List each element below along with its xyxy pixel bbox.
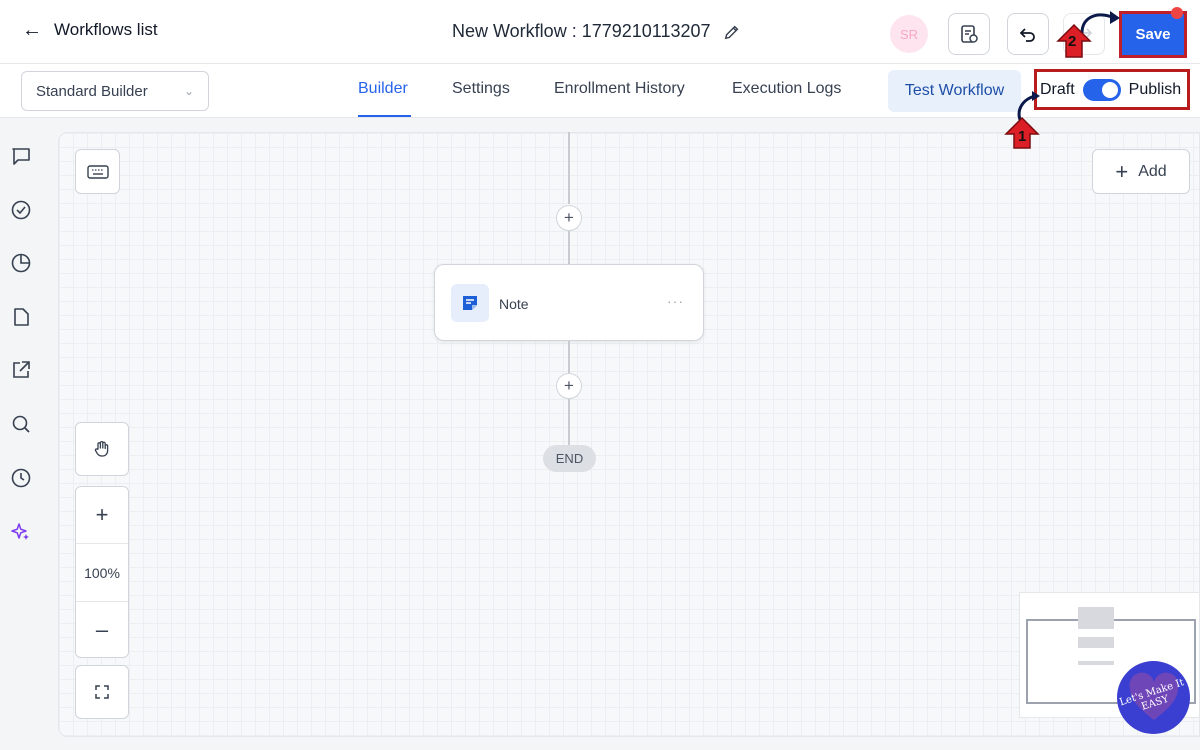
pan-hand-button[interactable]	[75, 422, 129, 476]
callout-arrow-1	[1004, 91, 1040, 149]
workflow-notes-button[interactable]	[948, 13, 990, 55]
publish-toggle[interactable]	[1082, 78, 1121, 101]
tab-execution-logs[interactable]: Execution Logs	[732, 80, 841, 98]
fit-view-button[interactable]	[75, 665, 129, 719]
watermark-logo: Let's Make It EASY	[1117, 661, 1190, 734]
arrow-left-icon: ←	[22, 19, 42, 41]
keyboard-shortcuts-button[interactable]	[75, 149, 120, 194]
clock-icon[interactable]	[9, 466, 33, 490]
active-tab-indicator	[358, 115, 411, 117]
callout-number-1: 1	[1018, 128, 1027, 145]
undo-icon	[1019, 28, 1035, 42]
connector-line	[568, 132, 570, 204]
unsaved-indicator-dot	[1171, 7, 1183, 19]
top-header: ← Workflows list New Workflow : 17792101…	[0, 0, 1200, 64]
add-step-plus-button[interactable]: +	[556, 373, 582, 399]
add-node-button[interactable]: + Add	[1092, 149, 1190, 194]
zoom-out-button[interactable]: –	[76, 602, 128, 658]
back-label: Workflows list	[54, 20, 158, 39]
pie-chart-icon[interactable]	[9, 251, 33, 275]
tab-settings[interactable]: Settings	[452, 80, 510, 98]
undo-button[interactable]	[1007, 13, 1049, 55]
minimap-node	[1078, 661, 1114, 665]
callout-arrow-2	[1056, 11, 1120, 58]
zoom-level: 100%	[84, 564, 120, 581]
connector-line	[568, 341, 570, 373]
plus-icon: +	[1115, 158, 1129, 184]
minimap-node	[1078, 637, 1114, 648]
keyboard-icon	[86, 164, 109, 179]
builder-type-value: Standard Builder	[36, 82, 148, 100]
check-circle-icon[interactable]	[9, 198, 33, 222]
search-icon[interactable]	[9, 412, 33, 436]
end-node: END	[543, 445, 596, 472]
builder-type-select[interactable]: Standard Builder ⌄	[21, 71, 209, 111]
note-node-label: Note	[499, 296, 529, 312]
publish-label: Publish	[1128, 80, 1182, 98]
workflow-title-text: New Workflow : 1779210113207	[452, 21, 711, 41]
back-to-workflows-link[interactable]: ← Workflows list	[22, 20, 158, 40]
clipboard-clock-icon	[961, 25, 978, 43]
left-rail	[0, 118, 42, 750]
sparkle-icon[interactable]	[9, 520, 33, 544]
chevron-down-icon: ⌄	[183, 84, 194, 98]
more-options-icon[interactable]: ···	[667, 293, 684, 309]
connector-line	[568, 231, 570, 264]
avatar[interactable]: SR	[890, 15, 928, 53]
document-icon[interactable]	[9, 305, 33, 329]
pencil-edit-icon[interactable]	[723, 23, 741, 41]
tab-builder[interactable]: Builder	[358, 80, 408, 98]
callout-number-2: 2	[1068, 33, 1077, 50]
zoom-in-button[interactable]: +	[76, 487, 128, 543]
minimap-node	[1078, 607, 1114, 629]
chat-icon[interactable]	[9, 144, 33, 168]
zoom-controls: + 100% –	[75, 486, 129, 658]
note-node-card[interactable]: Note ···	[434, 264, 704, 341]
hand-icon	[94, 441, 109, 457]
expand-icon	[95, 685, 109, 699]
external-link-icon[interactable]	[9, 358, 33, 382]
add-label: Add	[1138, 162, 1167, 180]
note-icon	[451, 284, 489, 322]
add-step-plus-button[interactable]: +	[556, 205, 582, 231]
connector-line	[568, 399, 570, 445]
tab-enrollment-history[interactable]: Enrollment History	[554, 80, 685, 98]
workflow-title: New Workflow : 1779210113207	[452, 21, 741, 42]
